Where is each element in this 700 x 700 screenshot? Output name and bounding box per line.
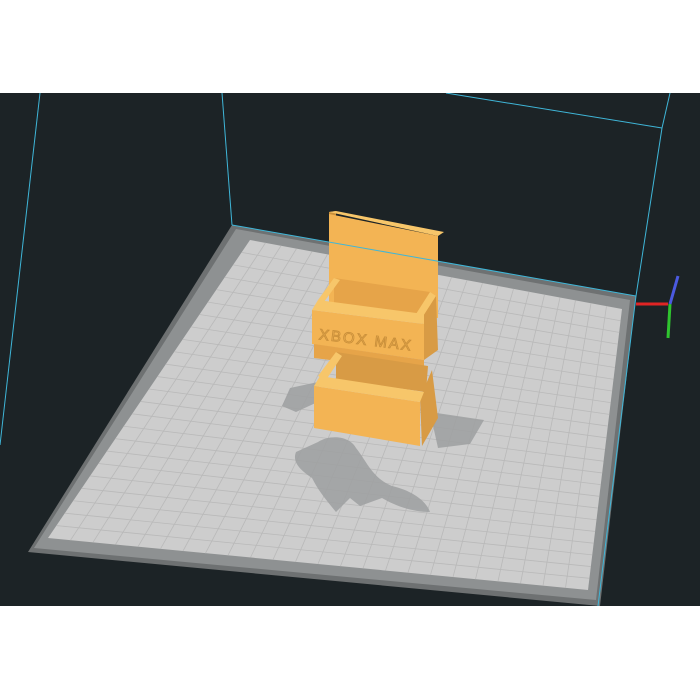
scene-canvas[interactable]: XBOX MAX bbox=[0, 93, 700, 606]
axis-gizmo bbox=[636, 275, 680, 339]
z-axis-line bbox=[668, 275, 680, 305]
3d-viewport[interactable]: XBOX MAX bbox=[0, 93, 700, 606]
y-axis-line bbox=[666, 303, 672, 339]
model-controller-stand[interactable]: XBOX MAX bbox=[312, 211, 444, 446]
